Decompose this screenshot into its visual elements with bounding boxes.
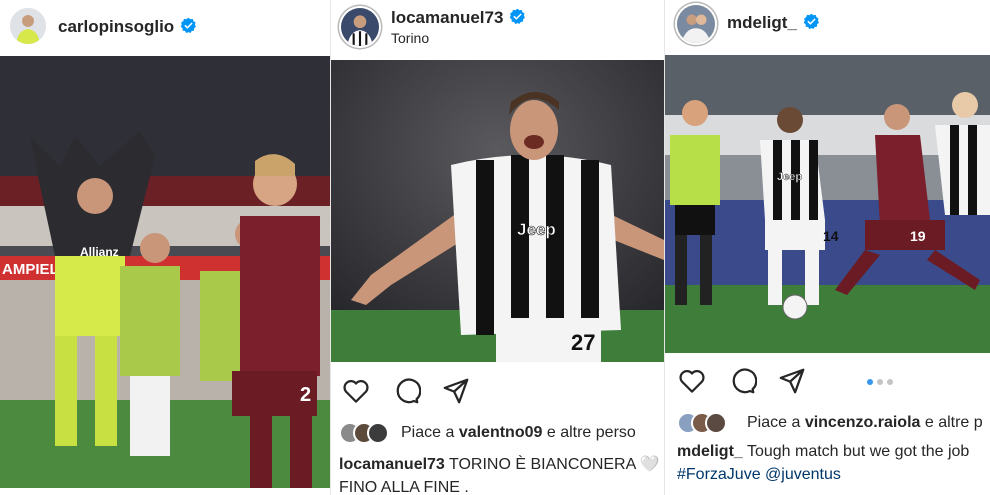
carousel-dot — [877, 379, 883, 385]
heart-icon[interactable] — [341, 376, 371, 406]
caption-text: Tough match but we got the job — [746, 443, 970, 460]
username[interactable]: mdeligt_ — [727, 13, 820, 33]
likes-row[interactable]: Piace a vincenzo.raiola e altre p — [673, 412, 990, 436]
likes-row[interactable]: Piace a valentno09 e altre perso — [339, 422, 664, 446]
username[interactable]: locamanuel73 — [391, 8, 526, 28]
mention-link[interactable]: @juventus — [765, 466, 841, 483]
post-actions — [665, 362, 990, 402]
post-header: mdeligt_ — [665, 0, 990, 56]
avatar[interactable] — [339, 6, 381, 48]
verified-badge-icon — [509, 8, 526, 25]
post-image[interactable]: Jeep 27 — [331, 60, 664, 362]
carousel-indicator — [867, 379, 893, 385]
jersey-sponsor: Allianz — [80, 245, 119, 259]
post-actions — [331, 372, 664, 412]
share-icon[interactable] — [441, 376, 471, 406]
likes-text: Piace a valentno09 e altre perso — [401, 424, 636, 441]
carousel-dot — [887, 379, 893, 385]
comment-icon[interactable] — [391, 376, 421, 406]
liked-by-user[interactable]: valentno09 — [459, 424, 543, 441]
jersey-number: 2 — [300, 384, 311, 406]
caption: locamanuel73 TORINO È BIANCONERA 🤍 FINO … — [339, 453, 660, 495]
caption-text: TORINO È BIANCONERA 🤍 — [448, 456, 660, 473]
jersey-sponsor: Jeep — [517, 220, 556, 239]
comment-icon[interactable] — [727, 366, 757, 396]
avatar[interactable] — [675, 3, 717, 45]
post-carlopinsoglio: carlopinsoglio AMPIELLO 2 Allianz — [0, 0, 330, 495]
heart-icon[interactable] — [677, 366, 707, 396]
avatar[interactable] — [10, 8, 46, 44]
jersey-number: 27 — [571, 330, 595, 355]
jersey-sponsor: Jeep — [777, 171, 802, 183]
post-image[interactable]: 14 Jeep 19 — [665, 55, 990, 353]
hashtag-link[interactable]: #ForzaJuve — [677, 466, 761, 483]
liked-by-avatars — [339, 422, 395, 446]
jersey-number: 19 — [910, 228, 926, 244]
post-image[interactable]: AMPIELLO 2 Allianz — [0, 56, 330, 488]
username[interactable]: carlopinsoglio — [58, 17, 197, 37]
caption-username[interactable]: mdeligt_ — [677, 443, 743, 460]
share-icon[interactable] — [777, 366, 807, 396]
jersey-number: 14 — [823, 228, 839, 244]
post-location[interactable]: Torino — [391, 30, 429, 46]
post-header: locamanuel73 Torino — [331, 0, 664, 56]
liked-by-avatars — [673, 412, 729, 436]
liked-by-user[interactable]: vincenzo.raiola — [805, 414, 921, 431]
caption: mdeligt_ Tough match but we got the job … — [677, 440, 969, 486]
likes-text: Piace a vincenzo.raiola e altre p — [747, 414, 983, 431]
caption-text-line2: FINO ALLA FINE . — [339, 479, 469, 495]
post-header: carlopinsoglio — [0, 0, 330, 56]
post-locamanuel73: locamanuel73 Torino Jeep 27 Piace a vale… — [331, 0, 664, 495]
verified-badge-icon — [803, 13, 820, 30]
caption-username[interactable]: locamanuel73 — [339, 456, 445, 473]
verified-badge-icon — [180, 17, 197, 34]
post-mdeligt: mdeligt_ 14 Jeep 19 Piace a vincenzo.rai… — [665, 0, 990, 495]
carousel-dot-active — [867, 379, 873, 385]
